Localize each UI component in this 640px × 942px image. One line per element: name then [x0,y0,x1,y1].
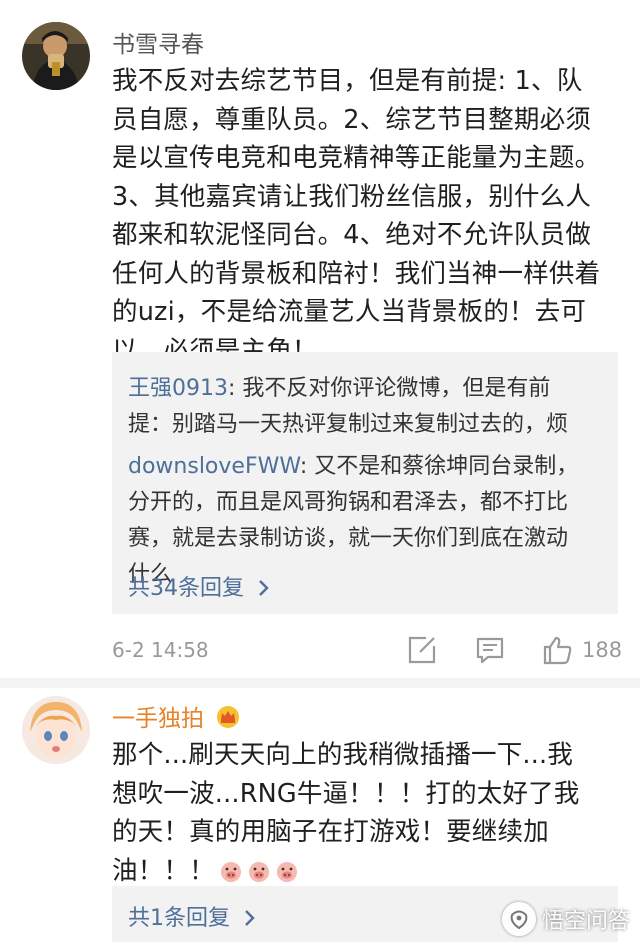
avatar[interactable] [22,22,90,90]
username-link[interactable]: 一手独拍 [112,699,241,733]
more-replies-link[interactable]: 共34条回复 [128,570,271,602]
reply-line: 分开的，而且是风哥狗锅和君泽去，都不打比 [128,490,569,515]
pig-emoji-icon [248,861,269,882]
comment-text-line: 任何人的背景板和陪衬！我们当神一样供着 [112,258,601,289]
comment-text-line: 都来和软泥怪同台。4、绝对不允许队员做 [112,220,592,250]
chevron-right-icon [259,580,269,596]
comment-text-line: 油！！！ [112,852,622,891]
timestamp: 6-2 14:58 [112,638,209,662]
divider [0,678,640,688]
comment-text-fragment: 油！！！ [112,855,215,886]
comment-1: 书雪寻春 我不反对去综艺节目，但是有前提: 1、队 员自愿，尊重队员。2、综艺节… [0,0,640,680]
reply-line: downsloveFWW: 又不是和蔡徐坤同台录制， [128,454,579,479]
thumbs-up-icon[interactable] [542,634,574,666]
chevron-right-icon [245,910,255,926]
reply-user-link[interactable]: 王强0913 [128,376,228,401]
pig-emoji-icon [220,861,241,882]
more-replies-label: 共34条回复 [128,576,244,601]
pig-emoji-icon [276,861,297,882]
username[interactable]: 书雪寻春 [112,25,204,59]
comment-text-line: 3、其他嘉宾请让我们粉丝信服，别什么人 [112,181,592,212]
reply-line: 赛，就是去录制访谈，就一天你们到底在激动 [128,526,569,551]
more-replies-label: 共1条回复 [128,906,230,931]
username: 一手独拍 [112,706,204,732]
reply-line: 王强0913: 我不反对你评论微博，但是有前 [128,376,551,401]
chat-icon[interactable] [474,634,506,666]
watermark: 悟空问答 [501,902,630,936]
avatar[interactable] [22,696,90,764]
comment-text-line: 那个...刷天天向上的我稍微插播一下...我 [112,740,574,770]
comment-text-line: 我不反对去综艺节目，但是有前提: 1、队 [112,66,583,96]
crown-icon [217,706,240,728]
comment-text: 那个...刷天天向上的我稍微插播一下...我 想吹一波...RNG牛逼！！！打的… [112,736,622,890]
reply-text: 我不反对你评论微博，但是有前 [242,376,551,401]
logo-icon [501,902,536,936]
comment-text-line: 的天！真的用脑子在打游戏！要继续加 [112,817,549,847]
comment-text: 我不反对去综艺节目，但是有前提: 1、队 员自愿，尊重队员。2、综艺节目整期必须… [112,62,622,370]
more-replies-link[interactable]: 共1条回复 [128,900,257,932]
watermark-text: 悟空问答 [541,909,630,934]
comment-text-line: 员自愿，尊重队员。2、综艺节目整期必须 [112,104,592,135]
comment-text-line: 想吹一波...RNG牛逼！！！打的太好了我 [112,778,580,809]
likes-count: 188 [582,638,623,662]
comment-meta: 6-2 14:58 188 [112,634,622,668]
compose-icon[interactable] [406,634,438,666]
reply-text: 又不是和蔡徐坤同台录制， [314,454,579,479]
reply-line: 提：别踏马一天热评复制过来复制过去的，烦 [128,412,569,437]
comment-text-line: 的uzi，不是给流量艺人当背景板的！去可 [112,297,587,327]
reply-user-link[interactable]: downsloveFWW [128,454,300,479]
comment-text-line: 是以宣传电竞和电竞精神等正能量为主题。 [112,143,601,173]
